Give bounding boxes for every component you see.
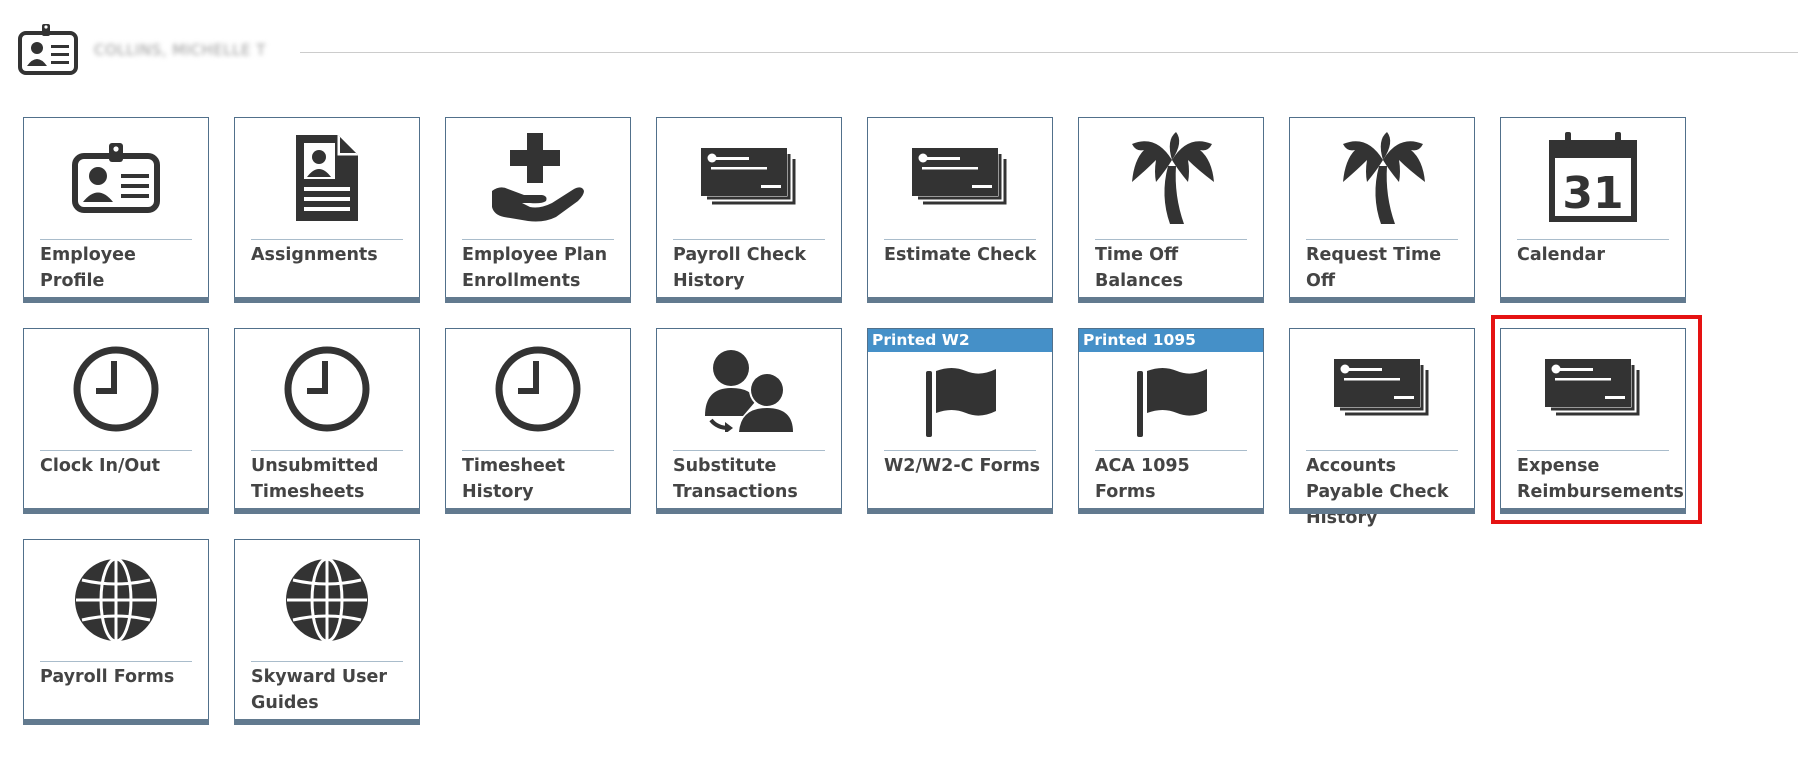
tile-label: Employee Plan Enrollments [462,245,608,291]
id-badge-icon [24,130,208,226]
clock-icon [235,341,419,437]
tile-payroll-forms[interactable]: Payroll Forms [23,539,209,725]
tile-divider [462,450,614,451]
substitute-people-icon [657,341,841,437]
user-name: COLLINS, MICHELLE T [94,41,266,59]
tile-request-time-off[interactable]: Request Time Off [1289,117,1475,303]
tile-label: Assignments [251,245,378,265]
tile-label: Expense Reimbursements [1517,456,1684,502]
tile-divider [884,239,1036,240]
tile-payroll-check-history[interactable]: Payroll Check History [656,117,842,303]
tile-divider [40,450,192,451]
check-icon [868,130,1052,226]
tile-divider [40,239,192,240]
tile-label: Accounts Payable Check History [1306,456,1449,528]
tile-label: Employee Profile [40,245,136,291]
tile-aca-1095-forms[interactable]: Printed 1095 ACA 1095 Forms [1078,328,1264,514]
tile-label: ACA 1095 Forms [1095,456,1190,502]
check-icon [657,130,841,226]
palm-tree-icon [1290,130,1474,226]
tile-label: Clock In/Out [40,456,161,476]
palm-tree-icon [1079,130,1263,226]
tile-divider [40,661,192,662]
clock-icon [24,341,208,437]
tile-divider [1517,450,1669,451]
tile-divider [1095,450,1247,451]
tile-divider [251,661,403,662]
tile-estimate-check[interactable]: Estimate Check [867,117,1053,303]
document-person-icon [235,130,419,226]
tile-label: Payroll Forms [40,667,175,687]
id-badge-icon [18,24,88,84]
flag-icon [868,355,1052,445]
tile-clock-in-out[interactable]: Clock In/Out [23,328,209,514]
tile-banner[interactable]: Printed W2 [868,329,1052,352]
tile-employee-profile[interactable]: Employee Profile [23,117,209,303]
tile-divider [251,450,403,451]
check-icon [1290,341,1474,437]
tile-label: Timesheet History [462,456,566,502]
tile-timesheet-history[interactable]: Timesheet History [445,328,631,514]
tile-label: Unsubmitted Timesheets [251,456,379,502]
tile-accounts-payable-check-history[interactable]: Accounts Payable Check History [1289,328,1475,528]
page-header: COLLINS, MICHELLE T [18,24,1798,86]
tile-employee-plan-enrollments[interactable]: Employee Plan Enrollments [445,117,631,303]
tile-divider [1095,239,1247,240]
tile-calendar[interactable]: 31 Calendar [1500,117,1686,303]
check-icon [1501,341,1685,437]
tile-divider [251,239,403,240]
tile-label: Substitute Transactions [673,456,798,502]
tile-label: Estimate Check [884,245,1037,265]
tile-divider [884,450,1036,451]
tile-skyward-user-guides[interactable]: Skyward User Guides [234,539,420,725]
tile-label: Skyward User Guides [251,667,388,713]
tile-assignments[interactable]: Assignments [234,117,420,303]
tile-label: Request Time Off [1306,245,1442,291]
globe-icon [235,552,419,648]
calendar-icon: 31 [1501,130,1685,226]
tile-divider [462,239,614,240]
tile-divider [1306,239,1458,240]
tile-divider [673,450,825,451]
clock-icon [446,341,630,437]
tile-label: Time Off Balances [1095,245,1184,291]
tile-unsubmitted-timesheets[interactable]: Unsubmitted Timesheets [234,328,420,514]
tile-banner[interactable]: Printed 1095 [1079,329,1263,352]
tile-label: Payroll Check History [673,245,806,291]
tile-divider [673,239,825,240]
hand-plus-icon [446,130,630,226]
tile-label: Calendar [1517,245,1605,265]
tile-substitute-transactions[interactable]: Substitute Transactions [656,328,842,514]
tile-time-off-balances[interactable]: Time Off Balances [1078,117,1264,303]
tile-label: W2/W2-C Forms [884,456,1041,476]
header-divider [300,52,1798,53]
globe-icon [24,552,208,648]
flag-icon [1079,355,1263,445]
calendar-day-number: 31 [1562,168,1623,219]
tile-expense-reimbursements[interactable]: Expense Reimbursements [1500,328,1686,514]
tile-w2-w2-c-forms[interactable]: Printed W2 W2/W2-C Forms [867,328,1053,514]
tile-divider [1306,450,1458,451]
tile-divider [1517,239,1669,240]
